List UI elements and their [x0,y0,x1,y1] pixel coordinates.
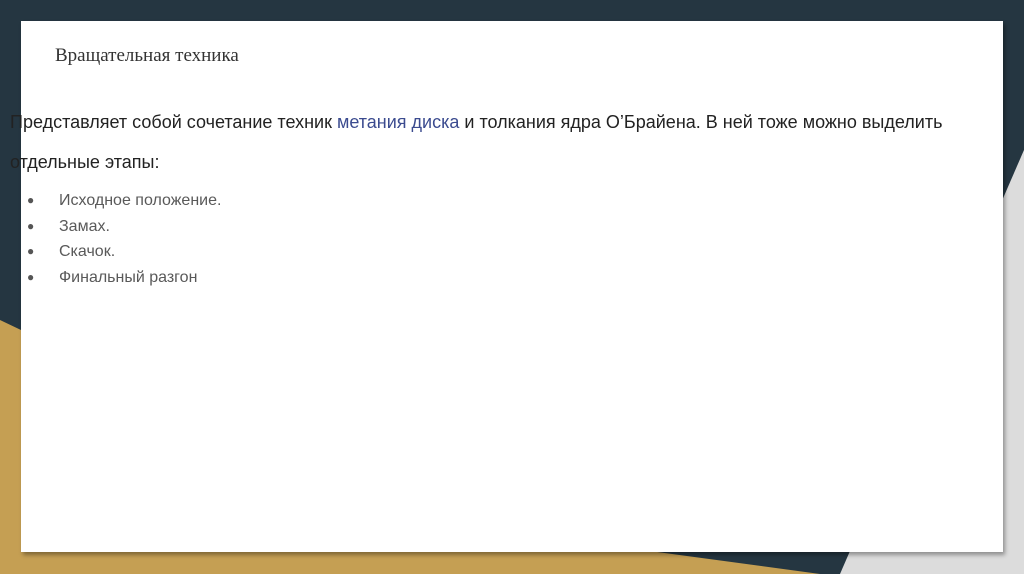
discus-throw-link[interactable]: метания диска [337,112,459,132]
slide-canvas: Вращательная техника Представляет собой … [10,21,1003,552]
stage-label: Скачок. [59,243,116,260]
bullet-icon: ● [27,244,35,258]
stage-label: Замах. [59,217,110,235]
bullet-icon: ● [27,218,35,233]
bullet-icon: ● [27,193,35,207]
description-paragraph: Представляет собой сочетание техник мета… [10,102,970,182]
slide-title: Вращательная техника [55,45,239,66]
stage-label: Финальный разгон [59,268,198,286]
stage-label: Исходное положение. [59,192,222,209]
description-text-start: Представляет собой сочетание техник [10,112,337,132]
bullet-icon: ● [27,269,35,284]
